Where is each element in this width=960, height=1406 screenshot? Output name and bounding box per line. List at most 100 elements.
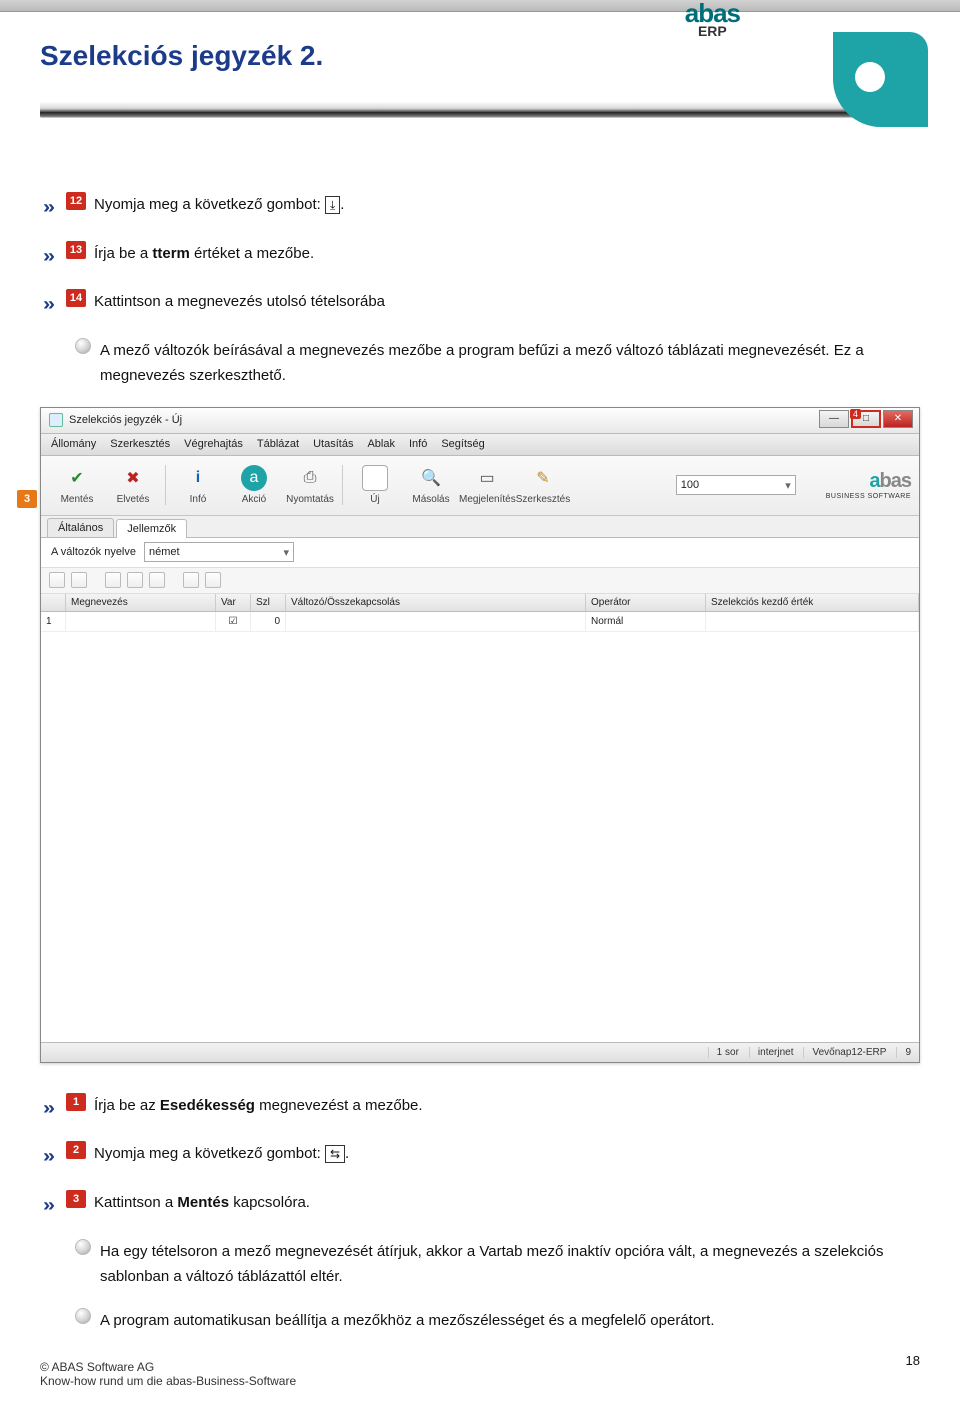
toolbar-copy-button[interactable]: 🔍Másolás [403, 465, 459, 505]
x-icon: ✖ [120, 465, 146, 491]
tip-text: Ha egy tételsoron a mező megnevezését át… [100, 1239, 920, 1290]
menubar: Állomány Szerkesztés Végrehajtás Tábláza… [41, 434, 919, 456]
step-2: » 2 Nyomja meg a következő gombot: ⇆. [40, 1141, 920, 1172]
grid-cell-checkbox[interactable]: ☑ [216, 612, 251, 631]
header-bar [0, 0, 960, 12]
grid-header-cell[interactable]: Var [216, 594, 251, 611]
grid-tool-icon[interactable] [127, 572, 143, 588]
swap-glyph-icon: ⇆ [325, 1145, 345, 1163]
grid-tool-icon[interactable] [71, 572, 87, 588]
grid-header-cell[interactable]: Szelekciós kezdő érték [706, 594, 919, 611]
window-close-button[interactable]: ✕ [883, 410, 913, 428]
step-3: » 3 Kattintson a Mentés kapcsolóra. [40, 1190, 920, 1221]
window-minimize-button[interactable]: — [819, 410, 849, 428]
pencil-icon: ✎ [530, 465, 556, 491]
tabs: Általános Jellemzők [41, 516, 919, 538]
step-number: 12 [66, 192, 86, 210]
window-titlebar: Szelekciós jegyzék - Új — □ ✕ [41, 408, 919, 434]
grid-cell[interactable] [66, 612, 216, 631]
status-cell: 1 sor [708, 1047, 739, 1058]
grid-tool-icon[interactable] [183, 572, 199, 588]
statusbar: 1 sor interjnet Vevőnap12-ERP 9 [41, 1042, 919, 1062]
chevron-icon: » [43, 1141, 55, 1172]
table-row[interactable]: 1 ☑ 0 Normál [41, 612, 919, 632]
status-cell: interjnet [749, 1047, 794, 1058]
tab-general[interactable]: Általános [47, 518, 114, 537]
step-14: » 14 Kattintson a megnevezés utolsó téte… [40, 289, 920, 320]
tip-lower-1: Ha egy tételsoron a mező megnevezését át… [40, 1239, 920, 1290]
tip-text: A mező változók beírásával a megnevezés … [100, 338, 920, 389]
menu-item[interactable]: Infó [409, 438, 427, 450]
action-icon: a [241, 465, 267, 491]
toolbar-info-button[interactable]: iInfó [170, 465, 226, 505]
window-app-icon [49, 413, 63, 427]
app-window: 3 Szelekciós jegyzék - Új — □ ✕ Állomány… [40, 407, 920, 1063]
step-number: 3 [66, 1190, 86, 1208]
logo-name: abas [685, 2, 740, 25]
tip-bullet-icon [74, 338, 92, 354]
info-icon: i [185, 465, 211, 491]
grid-header-cell[interactable]: Szl [251, 594, 286, 611]
grid-cell[interactable] [286, 612, 586, 631]
form-label: A változók nyelve [51, 546, 136, 558]
chevron-icon: » [43, 1190, 55, 1221]
step-1: » 1 Írja be az Esedékesség megnevezést a… [40, 1093, 920, 1124]
tip-upper: A mező változók beírásával a megnevezés … [40, 338, 920, 389]
step-number: 2 [66, 1141, 86, 1159]
tip-text: A program automatikusan beállítja a mező… [100, 1308, 920, 1334]
step-12: » 12 Nyomja meg a következő gombot: ⤓. [40, 192, 920, 223]
step-number: 1 [66, 1093, 86, 1111]
chevron-icon: » [43, 241, 55, 272]
callout-marker-3: 3 [17, 490, 37, 508]
grid-header-cell[interactable]: Változó/Összekapcsolás [286, 594, 586, 611]
grid-cell[interactable]: Normál [586, 612, 706, 631]
title-divider [40, 102, 920, 118]
grid-header-cell[interactable]: Megnevezés [66, 594, 216, 611]
magnifier-icon: 🔍 [418, 465, 444, 491]
grid-cell[interactable] [706, 612, 919, 631]
grid-toolbar [41, 568, 919, 594]
toolbar-view-button[interactable]: ▭Megjelenítés [459, 465, 515, 505]
grid-cell[interactable]: 0 [251, 612, 286, 631]
toolbar-print-button[interactable]: ⎙Nyomtatás [282, 465, 338, 505]
chevron-icon: » [43, 1093, 55, 1124]
toolbar: ✔Mentés ✖Elvetés iInfó aAkció ⎙Nyomtatás… [41, 456, 919, 516]
grid-header: Megnevezés Var Szl Változó/Összekapcsolá… [41, 594, 919, 612]
grid-tool-icon[interactable] [105, 572, 121, 588]
footer-line-1: © ABAS Software AG [40, 1360, 920, 1374]
step-number: 13 [66, 241, 86, 259]
menu-item[interactable]: Utasítás [313, 438, 353, 450]
menu-item[interactable]: Táblázat [257, 438, 299, 450]
corner-badge-icon [833, 32, 928, 127]
form-row-language: A változók nyelve német [41, 538, 919, 568]
window-title-text: Szelekciós jegyzék - Új [69, 414, 182, 426]
grid-tool-icon[interactable] [205, 572, 221, 588]
step-text: Nyomja meg a következő gombot: ⤓. [94, 192, 920, 218]
status-cell: 9 [896, 1047, 911, 1058]
toolbar-separator [165, 465, 166, 505]
print-icon: ⎙ [297, 465, 323, 491]
menu-item[interactable]: Állomány [51, 438, 96, 450]
toolbar-new-button[interactable]: Új [347, 465, 403, 505]
paging-combo[interactable]: 100 [676, 475, 796, 495]
step-13: » 13 Írja be a tterm értéket a mezőbe. [40, 241, 920, 272]
toolbar-discard-button[interactable]: ✖Elvetés [105, 465, 161, 505]
toolbar-action-button[interactable]: aAkció [226, 465, 282, 505]
language-select[interactable]: német [144, 542, 294, 562]
menu-item[interactable]: Segítség [441, 438, 484, 450]
tab-properties[interactable]: Jellemzők [116, 519, 187, 538]
abas-brand-logo: aabasbas BUSINESS SOFTWARE [826, 470, 911, 500]
window-maximize-button[interactable]: □ [851, 410, 881, 428]
menu-item[interactable]: Szerkesztés [110, 438, 170, 450]
menu-item[interactable]: Végrehajtás [184, 438, 243, 450]
toolbar-save-button[interactable]: ✔Mentés [49, 465, 105, 505]
grid-tool-icon[interactable] [49, 572, 65, 588]
footer: © ABAS Software AG Know-how rund um die … [40, 1360, 920, 1388]
check-icon: ✔ [64, 465, 90, 491]
grid-tool-icon[interactable] [149, 572, 165, 588]
step-text: Kattintson a megnevezés utolsó tételsorá… [94, 289, 920, 315]
grid-header-cell[interactable]: Operátor [586, 594, 706, 611]
toolbar-edit-button[interactable]: ✎Szerkesztés [515, 465, 571, 505]
menu-item[interactable]: Ablak [367, 438, 395, 450]
grid-header-cell[interactable] [41, 594, 66, 611]
